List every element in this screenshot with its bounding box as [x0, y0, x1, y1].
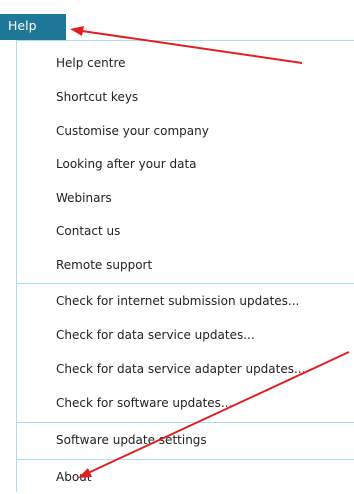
menu-bar: Help	[0, 0, 354, 40]
menu-separator	[17, 459, 354, 460]
menu-item-check-internet-submission-updates[interactable]: Check for internet submission updates...	[17, 285, 354, 318]
menu-item-check-data-service-updates[interactable]: Check for data service updates...	[17, 319, 354, 352]
menu-separator	[17, 283, 354, 284]
menu-item-software-update-settings[interactable]: Software update settings	[17, 424, 354, 457]
menu-item-check-software-updates[interactable]: Check for software updates...	[17, 387, 354, 420]
menu-item-remote-support[interactable]: Remote support	[17, 249, 354, 282]
menu-item-about[interactable]: About	[17, 461, 354, 494]
menu-item-customise-company[interactable]: Customise your company	[17, 115, 354, 148]
menu-item-looking-after-data[interactable]: Looking after your data	[17, 148, 354, 181]
menu-item-webinars[interactable]: Webinars	[17, 182, 354, 215]
help-menu-tab[interactable]: Help	[0, 14, 66, 40]
help-dropdown-menu: Help centre Shortcut keys Customise your…	[16, 40, 354, 492]
menu-item-help-centre[interactable]: Help centre	[17, 47, 354, 80]
menu-separator	[17, 422, 354, 423]
menu-item-check-data-service-adapter-updates[interactable]: Check for data service adapter updates..…	[17, 353, 354, 386]
menu-item-contact-us[interactable]: Contact us	[17, 215, 354, 248]
menu-item-shortcut-keys[interactable]: Shortcut keys	[17, 81, 354, 114]
